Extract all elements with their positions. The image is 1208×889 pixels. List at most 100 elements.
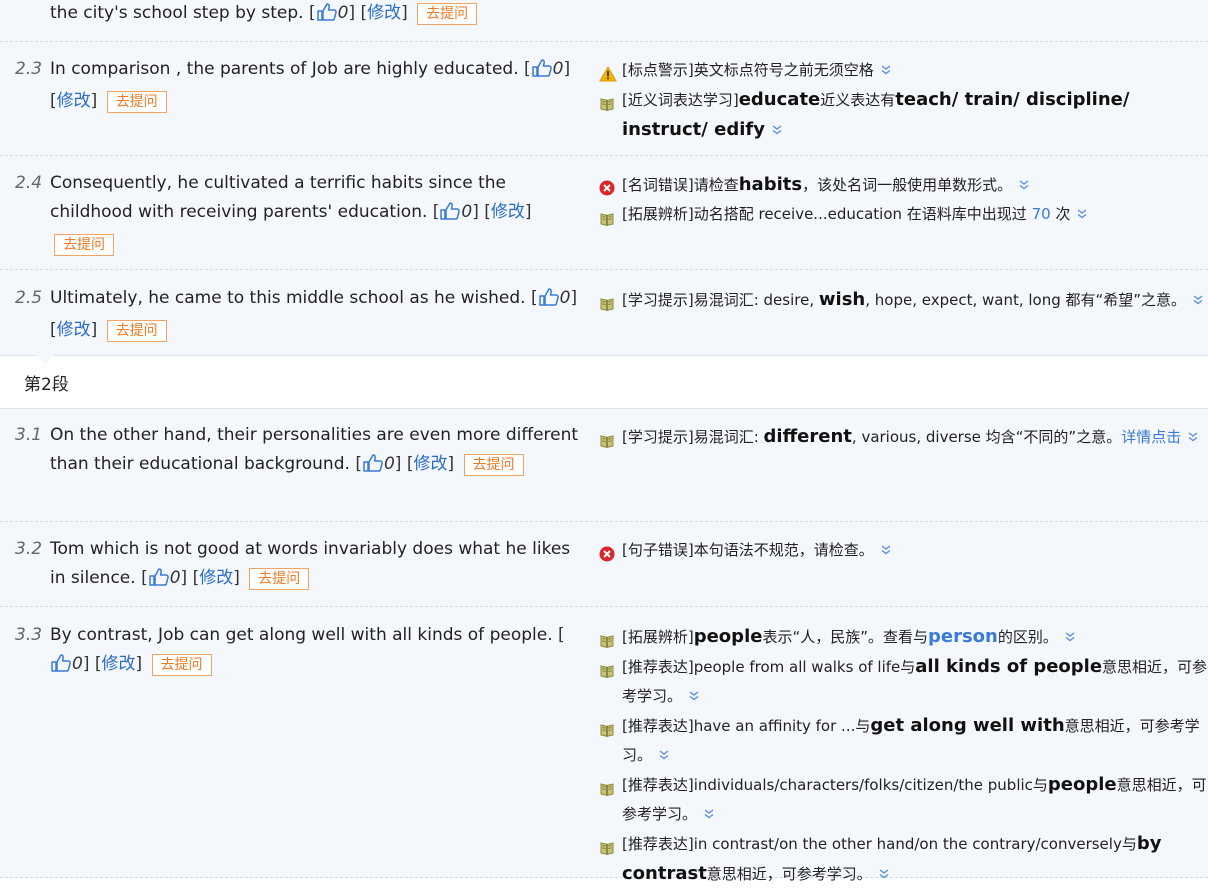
suggestion-item: [推荐表达]people from all walks of life与all … bbox=[598, 652, 1208, 711]
sentence-row: 3.1 On the other hand, their personalitie… bbox=[0, 408, 1208, 522]
sentence-row-partial: the city's school step by step. [0] [修改]… bbox=[0, 0, 1208, 42]
sentence-number: 2.3 bbox=[15, 59, 43, 79]
sentence-text-container: Ultimately, he came to this middle schoo… bbox=[50, 284, 585, 345]
chevron-down-icon[interactable] bbox=[703, 800, 717, 819]
like-count: 0 bbox=[383, 454, 395, 474]
chevron-down-icon[interactable] bbox=[1076, 200, 1090, 219]
thumbs-up-icon[interactable] bbox=[316, 2, 337, 31]
bracket: ] [ bbox=[180, 568, 200, 588]
ask-question-button[interactable]: 去提问 bbox=[106, 320, 167, 342]
suggestion-text: 易混词汇: bbox=[693, 428, 764, 446]
error-icon bbox=[599, 543, 615, 562]
suggestion-text: in contrast/on the other hand/on the con… bbox=[693, 835, 1137, 853]
suggestion-text: 次 bbox=[1050, 205, 1071, 223]
ask-question-button[interactable]: 去提问 bbox=[106, 91, 167, 113]
book-icon bbox=[599, 836, 615, 855]
bracket: ] bbox=[135, 654, 143, 674]
keyword: wish bbox=[818, 289, 866, 310]
suggestion-item: [学习提示]易混词汇: desire, wish, hope, expect, … bbox=[598, 285, 1208, 315]
suggestion-item: [拓展辨析]动名搭配 receive...education 在语料库中出现过 … bbox=[598, 200, 1208, 229]
chevron-down-icon[interactable] bbox=[880, 536, 894, 555]
suggestion-list: [句子错误]本句语法不规范，请检查。 bbox=[598, 536, 1208, 565]
bracket: ] bbox=[90, 320, 98, 340]
suggestion-text: 动名搭配 receive...education 在语料库中出现过 bbox=[693, 205, 1032, 223]
ask-question-button[interactable]: 去提问 bbox=[463, 454, 524, 476]
modify-link[interactable]: 修改 bbox=[491, 202, 525, 222]
sentence-number: 2.5 bbox=[15, 288, 43, 308]
chevron-down-icon[interactable] bbox=[880, 56, 894, 75]
ask-question-button[interactable]: 去提问 bbox=[417, 3, 478, 25]
sentence-number: 3.1 bbox=[15, 425, 43, 445]
paragraph-notch bbox=[36, 355, 54, 364]
thumbs-up-icon[interactable] bbox=[363, 453, 383, 482]
chevron-down-icon[interactable] bbox=[1187, 423, 1201, 442]
ask-question-button[interactable]: 去提问 bbox=[54, 234, 114, 256]
book-icon bbox=[599, 92, 615, 111]
suggestion-tag: [推荐表达] bbox=[622, 776, 694, 794]
suggestion-text: 英文标点符号之前无须空格 bbox=[693, 61, 874, 79]
modify-link[interactable]: 修改 bbox=[367, 3, 401, 23]
thumbs-up-icon[interactable] bbox=[148, 567, 169, 596]
suggestion-tag: [拓展辨析] bbox=[622, 205, 694, 223]
highlight-link[interactable]: 70 bbox=[1032, 205, 1051, 223]
highlight-link[interactable]: 详情点击 bbox=[1121, 428, 1181, 446]
sentence-number: 3.3 bbox=[15, 625, 43, 645]
sentence-row: 3.2 Tom which is not good at words invari… bbox=[0, 522, 1208, 607]
sentence-text: Tom which is not good at words invariabl… bbox=[50, 539, 571, 588]
suggestion-tag: [推荐表达] bbox=[622, 658, 694, 676]
suggestion-item: [推荐表达]individuals/characters/folks/citiz… bbox=[598, 770, 1208, 829]
paragraph-header: 第2段 bbox=[0, 355, 1208, 409]
modify-link[interactable]: 修改 bbox=[102, 654, 136, 674]
suggestion-list: [学习提示]易混词汇: different, various, diverse … bbox=[598, 422, 1208, 452]
chevron-down-icon[interactable] bbox=[688, 682, 702, 701]
sentence-text: the city's school step by step. bbox=[50, 3, 304, 23]
thumbs-up-icon[interactable] bbox=[538, 287, 559, 316]
suggestion-text: individuals/characters/folks/citizen/the… bbox=[693, 776, 1048, 794]
modify-link[interactable]: 修改 bbox=[57, 320, 91, 340]
book-icon bbox=[599, 292, 615, 311]
bracket: [ bbox=[530, 288, 538, 308]
suggestion-list: [标点警示]英文标点符号之前无须空格 [近义词表达学习]educate近义表达有t… bbox=[598, 56, 1208, 145]
keyword[interactable]: person bbox=[928, 626, 998, 647]
sentence-number: 2.4 bbox=[15, 173, 43, 193]
thumbs-up-icon[interactable] bbox=[531, 58, 552, 87]
bracket: ] bbox=[447, 454, 455, 474]
chevron-down-icon[interactable] bbox=[771, 116, 785, 135]
like-count: 0 bbox=[552, 59, 564, 79]
paragraph-label: 第2段 bbox=[24, 375, 69, 395]
chevron-down-icon[interactable] bbox=[1192, 286, 1206, 305]
book-icon bbox=[599, 629, 615, 648]
suggestion-text: 易混词汇: desire, bbox=[693, 291, 819, 309]
suggestion-text: 本句语法不规范，请检查。 bbox=[693, 541, 874, 559]
chevron-down-icon[interactable] bbox=[658, 741, 672, 760]
suggestion-item: [名词错误]请检查habits，该处名词一般使用单数形式。 bbox=[598, 170, 1208, 200]
sentence-text-container: In comparison , the parents of Job are h… bbox=[50, 55, 585, 116]
modify-link[interactable]: 修改 bbox=[199, 568, 233, 588]
sentence-text-container: Tom which is not good at words invariabl… bbox=[50, 535, 585, 596]
suggestion-text: 请检查 bbox=[693, 176, 739, 194]
bracket: [ bbox=[558, 625, 565, 645]
bracket: [ bbox=[355, 454, 362, 474]
bracket: [ bbox=[141, 568, 148, 588]
suggestion-item: [推荐表达]in contrast/on the other hand/on t… bbox=[598, 829, 1208, 889]
suggestion-text: 意思相近，可参考学习。 bbox=[706, 865, 872, 883]
suggestion-text: , hope, expect, want, long 都有“希望”之意。 bbox=[865, 291, 1187, 309]
sentence-row: 2.3 In comparison , the parents of Job ar… bbox=[0, 42, 1208, 156]
chevron-down-icon[interactable] bbox=[1018, 171, 1032, 190]
like-count: 0 bbox=[461, 202, 473, 222]
modify-link[interactable]: 修改 bbox=[413, 454, 447, 474]
suggestion-text: 的区别。 bbox=[997, 628, 1058, 646]
thumbs-up-icon[interactable] bbox=[51, 653, 71, 682]
like-count: 0 bbox=[559, 288, 571, 308]
thumbs-up-icon[interactable] bbox=[440, 201, 461, 230]
book-icon bbox=[599, 207, 615, 226]
suggestion-tag: [学习提示] bbox=[622, 291, 694, 309]
bracket: [ bbox=[524, 59, 531, 79]
suggestion-text: people from all walks of life与 bbox=[693, 658, 916, 676]
modify-link[interactable]: 修改 bbox=[57, 91, 91, 111]
sentence-text: Ultimately, he came to this middle schoo… bbox=[50, 288, 526, 308]
keyword: educate bbox=[738, 89, 821, 110]
chevron-down-icon[interactable] bbox=[1064, 623, 1078, 642]
ask-question-button[interactable]: 去提问 bbox=[249, 568, 310, 590]
ask-question-button[interactable]: 去提问 bbox=[151, 654, 212, 676]
